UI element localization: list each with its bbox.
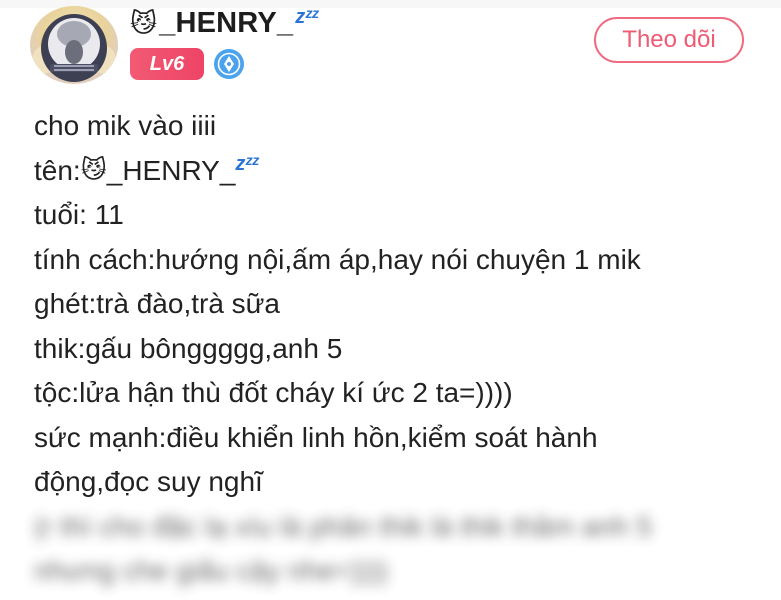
sleep-zzz-icon: zᶻᶻ [295,5,319,28]
username-row[interactable]: 😼 _HENRY_ zᶻᶻ [130,3,318,43]
username[interactable]: _HENRY_ [159,7,293,40]
post-line: tính cách:hướng nội,ấm áp,hay nói chuyện… [34,243,641,275]
post-header: 😼 _HENRY_ zᶻᶻ Lv6 Theo dõi [0,0,781,100]
post-line-blurred: nhưng che giấu cậy nhe=)))) [34,555,389,586]
helmet-avatar-icon [32,14,116,82]
name-value: _HENRY_ [106,154,236,186]
cat-emoji-icon: 😼 [80,156,107,185]
post-line: tuổi: 11 [34,199,124,230]
post-line: sức mạnh:điều khiển linh hồn,kiểm soát h… [34,421,598,453]
cat-emoji-icon: 😼 [130,8,158,38]
post-line: động,đọc suy nghĩ [34,466,263,497]
post-line: cho mik vào iiii [34,110,217,141]
level-badge: Lv6 [130,48,204,80]
sleep-zzz-icon: zᶻᶻ [235,152,259,175]
post-body: cho mik vào iiii tên: 😼 _HENRY_ zᶻᶻ tuổi… [34,104,754,594]
post-line: ghét:trà đào,trà sữa [34,288,280,319]
post-line: tộc:lửa hận thù đốt cháy kí ức 2 ta=)))) [34,377,513,408]
follow-button[interactable]: Theo dõi [594,17,744,63]
user-badges: Lv6 [130,48,244,80]
name-label: tên: [34,154,81,186]
verified-pen-icon [214,49,244,79]
post-line: thik:gấu bônggggg,anh 5 [34,332,343,364]
post-line-name: tên: 😼 _HENRY_ zᶻᶻ [34,149,754,194]
avatar[interactable] [30,6,118,84]
post-line-blurred: (r thì cho đặc lạ xíu là phân thik là th… [34,510,652,542]
